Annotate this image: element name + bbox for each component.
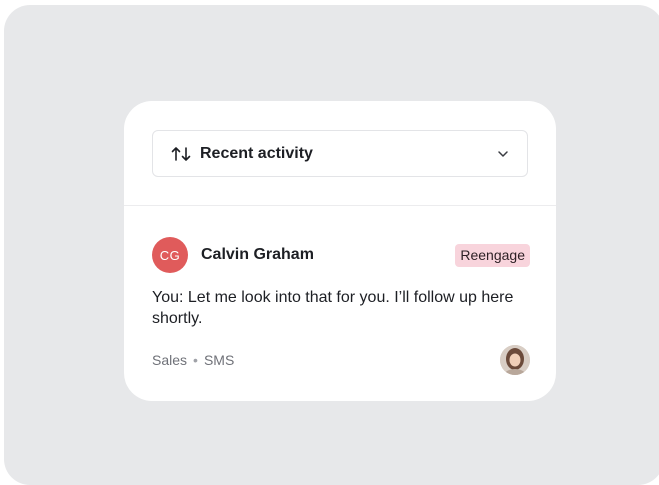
contact-name: Calvin Graham	[201, 246, 314, 263]
assignee-avatar	[500, 345, 530, 375]
divider	[124, 205, 556, 206]
sort-dropdown-label: Recent activity	[200, 144, 313, 162]
message-preview: You: Let me look into that for you. I’ll…	[152, 289, 514, 327]
conversation-meta: Sales • SMS	[152, 345, 530, 375]
chevron-down-icon	[497, 150, 509, 158]
conversation-card: Recent activity CG Calvin Graham Reengag…	[124, 101, 556, 401]
status-badge: Reengage	[455, 243, 530, 267]
background-panel: Recent activity CG Calvin Graham Reengag…	[4, 5, 659, 485]
sort-arrows-icon	[171, 146, 193, 162]
contact-avatar: CG	[152, 237, 188, 273]
channel-label: SMS	[203, 352, 235, 368]
team-label: Sales	[152, 352, 188, 368]
meta-separator: •	[193, 352, 198, 368]
conversation-item[interactable]: CG Calvin Graham Reengage You: Let me lo…	[152, 237, 530, 377]
sort-dropdown[interactable]: Recent activity	[152, 130, 528, 177]
conversation-header: CG Calvin Graham Reengage	[152, 237, 530, 273]
